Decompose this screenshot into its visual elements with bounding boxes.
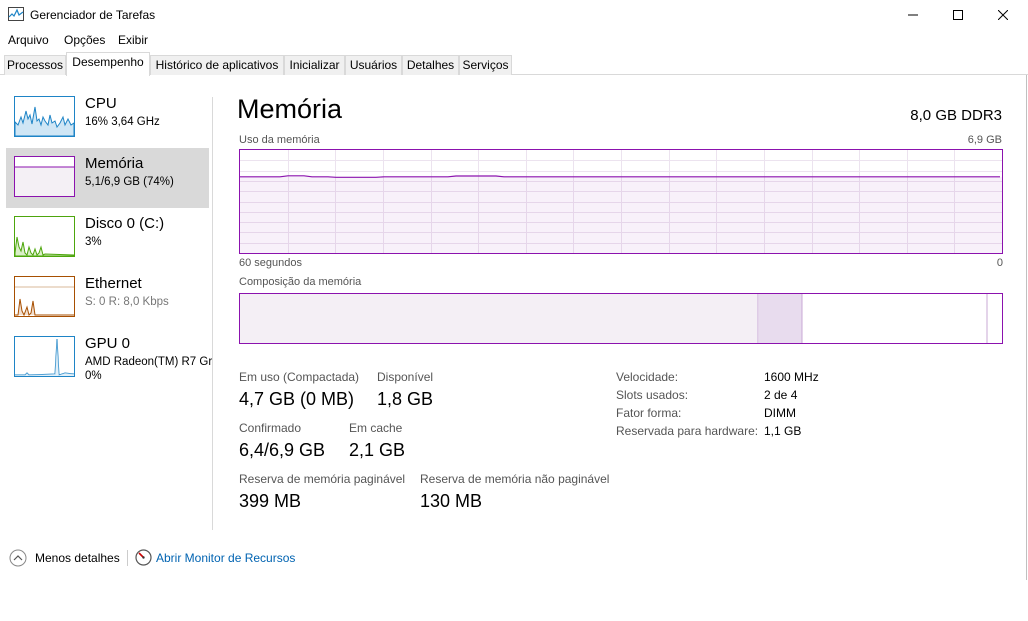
footer-divider bbox=[127, 550, 128, 566]
tab-servicos[interactable]: Serviços bbox=[459, 55, 512, 75]
committed-label: Confirmado bbox=[239, 421, 302, 435]
sidebar-divider bbox=[212, 97, 213, 530]
sidebar-item-disco[interactable]: Disco 0 (C:) 3% bbox=[6, 208, 209, 268]
sidebar-cpu-detail: 16% 3,64 GHz bbox=[85, 116, 160, 128]
gpu-thumbnail bbox=[14, 336, 75, 377]
ethernet-thumbnail bbox=[14, 276, 75, 317]
tab-bar: Processos Desempenho Histórico de aplica… bbox=[0, 52, 1028, 76]
composition-modified bbox=[759, 294, 802, 343]
maximize-button[interactable] bbox=[935, 0, 981, 30]
sidebar-cpu-name: CPU bbox=[85, 95, 117, 112]
in-use-label: Em uso (Compactada) bbox=[239, 370, 360, 384]
hardware-reserved-label: Reservada para hardware: bbox=[616, 424, 759, 438]
memory-usage-area bbox=[240, 176, 1002, 253]
tab-historico[interactable]: Histórico de aplicativos bbox=[150, 55, 284, 75]
sidebar-item-gpu[interactable]: GPU 0 AMD Radeon(TM) R7 Gr 0% bbox=[6, 328, 212, 388]
window-title: Gerenciador de Tarefas bbox=[30, 8, 156, 22]
disk-thumbnail bbox=[14, 216, 75, 257]
usage-graph-label: Uso da memória bbox=[239, 134, 320, 146]
speed-label: Velocidade: bbox=[616, 370, 679, 384]
chevron-up-icon[interactable] bbox=[9, 549, 27, 570]
tab-desempenho[interactable]: Desempenho bbox=[66, 52, 150, 76]
tab-processos[interactable]: Processos bbox=[4, 55, 66, 75]
sidebar-disco-name: Disco 0 (C:) bbox=[85, 215, 165, 232]
speed-value: 1600 MHz bbox=[764, 370, 819, 384]
footer: Menos detalhes Abrir Monitor de Recursos bbox=[0, 545, 1028, 571]
sidebar-item-cpu[interactable]: CPU 16% 3,64 GHz bbox=[6, 88, 209, 148]
task-manager-icon bbox=[8, 7, 24, 21]
cached-label: Em cache bbox=[349, 421, 403, 435]
close-button[interactable] bbox=[980, 0, 1026, 30]
available-label: Disponível bbox=[377, 370, 434, 384]
tab-inicializar[interactable]: Inicializar bbox=[284, 55, 345, 75]
paged-pool-value: 399 MB bbox=[239, 491, 302, 511]
cached-value: 2,1 GB bbox=[349, 440, 406, 460]
resource-monitor-icon[interactable] bbox=[135, 549, 152, 569]
tab-detalhes[interactable]: Detalhes bbox=[402, 55, 459, 75]
sidebar-gpu-usage: 0% bbox=[85, 370, 102, 382]
nonpaged-pool-label: Reserva de memória não paginável bbox=[420, 472, 610, 486]
composition-label: Composição da memória bbox=[239, 276, 362, 288]
cpu-thumbnail bbox=[14, 96, 75, 137]
memory-usage-graph bbox=[239, 149, 1003, 254]
menu-exibir[interactable]: Exibir bbox=[118, 33, 148, 47]
ethernet-send: S: 0 bbox=[85, 296, 106, 308]
composition-standby bbox=[803, 294, 987, 343]
menu-arquivo[interactable]: Arquivo bbox=[8, 33, 49, 47]
menu-bar: Arquivo Opções Exibir bbox=[0, 31, 1028, 49]
open-resource-monitor-link[interactable]: Abrir Monitor de Recursos bbox=[156, 551, 295, 565]
time-axis-end: 0 bbox=[996, 257, 1003, 269]
title-bar: Gerenciador de Tarefas bbox=[0, 0, 1028, 30]
paged-pool-label: Reserva de memória paginável bbox=[239, 472, 406, 486]
sidebar-gpu-model: AMD Radeon(TM) R7 Gr bbox=[85, 356, 213, 368]
sidebar-item-memoria[interactable]: Memória 5,1/6,9 GB (74%) bbox=[6, 148, 209, 208]
less-details-button[interactable]: Menos detalhes bbox=[35, 551, 120, 565]
nonpaged-pool-value: 130 MB bbox=[420, 491, 483, 511]
page-title: Memória bbox=[237, 94, 343, 124]
sidebar-ethernet-detail: S: 0 R: 8,0 Kbps bbox=[85, 296, 169, 308]
sidebar-disco-detail: 3% bbox=[85, 236, 102, 248]
sidebar-item-ethernet[interactable]: Ethernet S: 0 R: 8,0 Kbps bbox=[6, 268, 209, 328]
memory-usage-chart bbox=[240, 150, 1002, 253]
sidebar-ethernet-name: Ethernet bbox=[85, 275, 142, 292]
tab-usuarios[interactable]: Usuários bbox=[345, 55, 402, 75]
form-factor-value: DIMM bbox=[764, 406, 796, 420]
ethernet-receive: R: 8,0 Kbps bbox=[108, 296, 169, 308]
in-use-value: 4,7 GB (0 MB) bbox=[239, 389, 355, 409]
memory-spec: 8,0 GB DDR3 bbox=[910, 107, 1002, 124]
form-factor-label: Fator forma: bbox=[616, 406, 682, 420]
committed-value: 6,4/6,9 GB bbox=[239, 440, 326, 460]
menu-opcoes[interactable]: Opções bbox=[64, 33, 105, 47]
usage-graph-max: 6,9 GB bbox=[967, 134, 1002, 146]
sidebar-gpu-name: GPU 0 bbox=[85, 335, 131, 352]
window-edge bbox=[1026, 75, 1027, 580]
minimize-button[interactable] bbox=[890, 0, 936, 30]
composition-in-use bbox=[240, 294, 758, 343]
hardware-reserved-value: 1,1 GB bbox=[764, 424, 802, 438]
time-axis-start: 60 segundos bbox=[239, 257, 302, 269]
memory-thumbnail bbox=[14, 156, 75, 197]
available-value: 1,8 GB bbox=[377, 389, 434, 409]
sidebar-memoria-detail: 5,1/6,9 GB (74%) bbox=[85, 176, 174, 188]
memory-usage-line bbox=[240, 175, 1000, 178]
memory-composition-graph bbox=[239, 293, 1003, 344]
slots-label: Slots usados: bbox=[616, 388, 689, 402]
sidebar-memoria-name: Memória bbox=[85, 155, 144, 172]
slots-value: 2 de 4 bbox=[764, 388, 798, 402]
